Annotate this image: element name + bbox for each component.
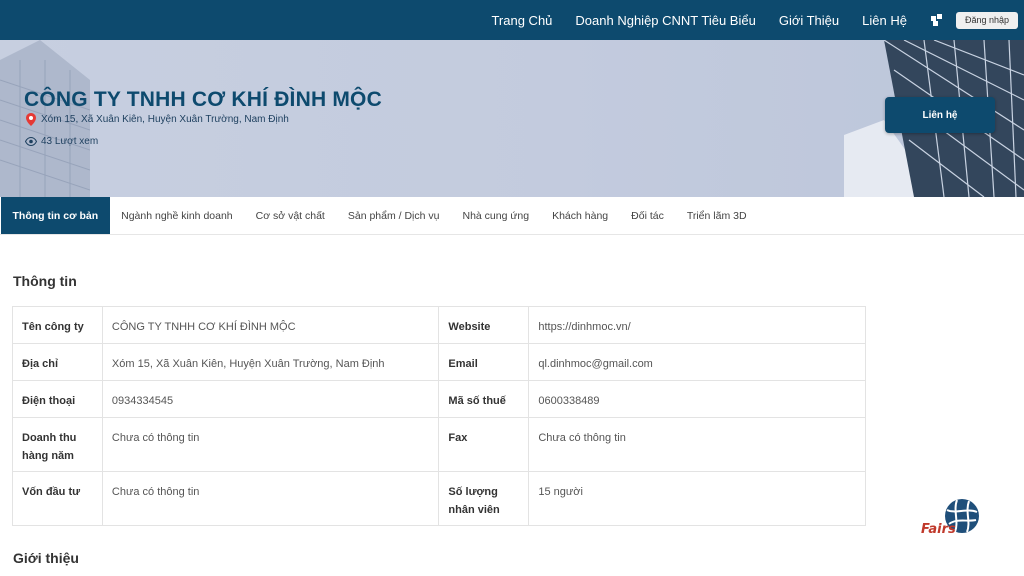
view-count-row: 43 Lượt xem — [25, 136, 98, 147]
table-row: Điện thoại 0934334545 Mã số thuế 0600338… — [12, 380, 866, 418]
info-value: Xóm 15, Xã Xuân Kiên, Huyện Xuân Trường,… — [101, 343, 440, 381]
contact-button[interactable]: Liên hệ — [885, 97, 995, 133]
intro-section-title: Giới thiệu — [13, 550, 79, 566]
info-value: Chưa có thông tin — [528, 417, 866, 472]
view-count: 43 Lượt xem — [41, 136, 99, 147]
info-value: Chưa có thông tin — [101, 471, 440, 526]
table-row: Tên công ty CÔNG TY TNHH CƠ KHÍ ĐÌNH MỘC… — [12, 306, 866, 344]
tab-facilities[interactable]: Cơ sở vật chất — [244, 197, 336, 234]
company-info-table: Tên công ty CÔNG TY TNHH CƠ KHÍ ĐÌNH MỘC… — [12, 306, 866, 526]
info-value: 15 người — [528, 471, 866, 526]
tab-suppliers[interactable]: Nhà cung ứng — [451, 197, 541, 234]
table-row: Địa chỉ Xóm 15, Xã Xuân Kiên, Huyện Xuân… — [12, 343, 866, 381]
info-value: 0934334545 — [101, 380, 440, 418]
top-navbar: Trang Chủ Doanh Nghiệp CNNT Tiêu Biểu Gi… — [0, 0, 1024, 40]
nav-home[interactable]: Trang Chủ — [491, 13, 552, 28]
nav-contact[interactable]: Liên Hệ — [862, 13, 907, 28]
info-label: Vốn đầu tư — [12, 471, 103, 526]
company-address-row: Xóm 15, Xã Xuân Kiên, Huyện Xuân Trường,… — [26, 113, 289, 126]
info-label: Email — [438, 343, 530, 381]
tab-products-services[interactable]: Sản phẩm / Dịch vụ — [336, 197, 451, 234]
tab-business-lines[interactable]: Ngành nghề kinh doanh — [110, 197, 245, 234]
website-link[interactable]: https://dinhmoc.vn/ — [528, 306, 866, 344]
info-value: CÔNG TY TNHH CƠ KHÍ ĐÌNH MỘC — [101, 306, 440, 344]
info-label: Fax — [438, 417, 530, 472]
eye-icon — [25, 137, 37, 146]
tab-customers[interactable]: Khách hàng — [541, 197, 620, 234]
login-button[interactable]: Đăng nhập — [955, 11, 1018, 29]
info-label: Mã số thuế — [438, 380, 530, 418]
company-banner: CÔNG TY TNHH CƠ KHÍ ĐÌNH MỘC Xóm 15, Xã … — [0, 40, 1024, 197]
nav-featured-enterprises[interactable]: Doanh Nghiệp CNNT Tiêu Biểu — [575, 13, 755, 28]
apps-grid-icon[interactable] — [930, 13, 944, 27]
email-value: ql.dinhmoc@gmail.com — [528, 343, 866, 381]
tab-3d-exhibition[interactable]: Triển lãm 3D — [675, 197, 758, 234]
info-label: Điện thoại — [12, 380, 103, 418]
company-title: CÔNG TY TNHH CƠ KHÍ ĐÌNH MỘC — [24, 88, 382, 111]
fairs-logo-text: Fairs — [921, 522, 956, 537]
tab-basic-info[interactable]: Thông tin cơ bản — [1, 197, 110, 234]
table-row: Doanh thu hàng năm Chưa có thông tin Fax… — [12, 417, 866, 472]
tab-partners[interactable]: Đối tác — [620, 197, 676, 234]
info-label: Tên công ty — [12, 306, 103, 344]
info-label: Địa chỉ — [12, 343, 103, 381]
info-section-title: Thông tin — [13, 273, 77, 289]
location-pin-icon — [26, 113, 36, 126]
nav-about[interactable]: Giới Thiệu — [779, 13, 839, 28]
company-tabs: Thông tin cơ bản Ngành nghề kinh doanh C… — [0, 197, 1024, 235]
company-address: Xóm 15, Xã Xuân Kiên, Huyện Xuân Trường,… — [41, 114, 289, 125]
info-label: Doanh thu hàng năm — [12, 417, 103, 472]
info-value: Chưa có thông tin — [101, 417, 440, 472]
info-value: 0600338489 — [528, 380, 866, 418]
table-row: Vốn đầu tư Chưa có thông tin Số lượng nh… — [12, 471, 866, 526]
info-label: Website — [438, 306, 530, 344]
info-label: Số lượng nhân viên — [438, 471, 530, 526]
